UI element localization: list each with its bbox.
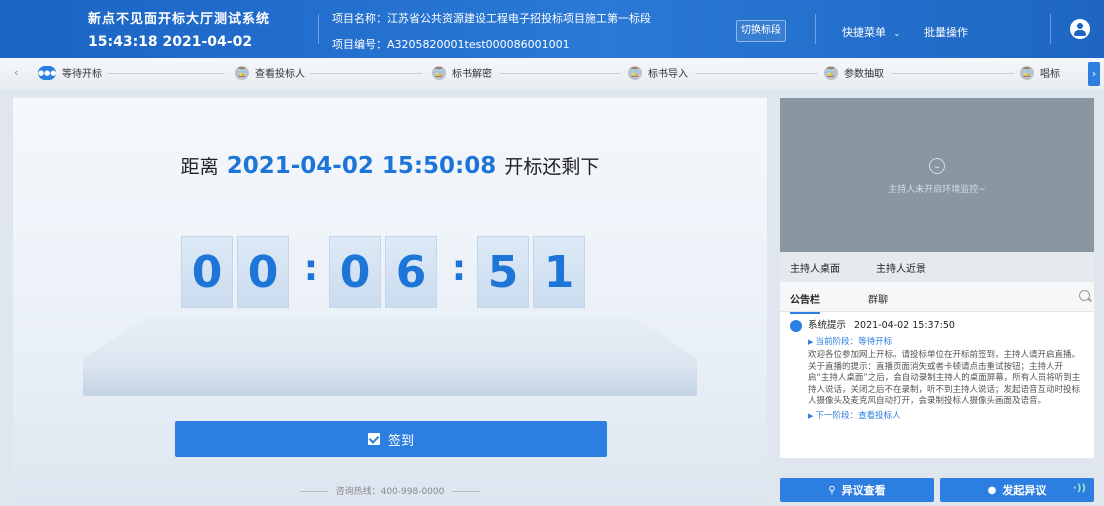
stage-label: 标书导入 — [648, 69, 688, 80]
header-divider — [318, 14, 319, 44]
tab-bulletin[interactable]: 公告栏 — [790, 291, 820, 314]
stage-label: 查看投标人 — [255, 69, 305, 80]
stage-connector — [108, 73, 224, 74]
stage-import[interactable]: ⌛ 标书导入 — [628, 65, 688, 80]
sign-in-button[interactable]: 签到 — [175, 421, 607, 457]
host-video-area: 主持人未开启环境监控~ — [780, 98, 1094, 252]
stage-progress-bar: ‹ ●●● 等待开标 ⌛ 查看投标人 ⌛ 标书解密 ⌛ 标书导入 ⌛ 参数抽取 … — [0, 58, 1104, 90]
stage-label: 参数抽取 — [844, 69, 884, 80]
system-title: 新点不见面开标大厅测试系统 — [88, 12, 271, 27]
stage-label: 等待开标 — [62, 69, 102, 80]
quick-menu-dropdown[interactable]: 快捷菜单 ⌄ — [842, 24, 900, 40]
stage-waiting-open[interactable]: ●●● 等待开标 — [38, 65, 102, 80]
sign-in-label: 签到 — [387, 433, 414, 449]
stage-label: 唱标 — [1040, 69, 1060, 80]
stage-decrypt[interactable]: ⌛ 标书解密 — [432, 65, 492, 80]
hourglass-icon: ⌛ — [628, 65, 642, 80]
chevron-left-icon[interactable]: ‹ — [14, 66, 18, 79]
clock: 15:43:18 2021-04-02 — [88, 34, 253, 50]
video-status-message: 主持人未开启环境监控~ — [888, 185, 986, 195]
stage-extract[interactable]: ⌛ 参数抽取 — [824, 65, 884, 80]
message-sender: 系统提示 — [808, 320, 847, 331]
hours-ones-digit: 0 — [237, 236, 289, 308]
notice-board: 公告栏 群聊 系统提示 2021-04-02 15:37:50 当前阶段：等待开… — [780, 282, 1094, 458]
raise-objection-label: 发起异议 — [1002, 484, 1047, 497]
checkbox-icon — [367, 433, 380, 445]
colon-separator: : — [451, 248, 467, 289]
raise-objection-button[interactable]: ● 发起异议 ·)) — [940, 478, 1094, 502]
stage-connector — [310, 73, 422, 74]
stage-view-bidders[interactable]: ⌛ 查看投标人 — [235, 65, 305, 80]
signal-icon: ·)) — [1073, 483, 1086, 494]
host-view-tabs: 主持人桌面 主持人近景 — [780, 252, 1094, 282]
view-objection-label: 异议查看 — [841, 484, 886, 497]
countdown-suffix: 开标还剩下 — [504, 156, 600, 178]
hourglass-icon: ⌛ — [432, 65, 446, 80]
chevron-down-icon: ⌄ — [893, 29, 901, 38]
objection-buttons: ⚲ 异议查看 ● 发起异议 ·)) — [780, 478, 1094, 502]
countdown-label: 距离 2021-04-02 15:50:08 开标还剩下 — [13, 152, 767, 179]
camera-off-icon — [929, 158, 945, 174]
active-stage-icon: ●●● — [38, 65, 56, 80]
view-objection-button[interactable]: ⚲ 异议查看 — [780, 478, 934, 502]
tab-host-closeup[interactable]: 主持人近景 — [876, 260, 926, 275]
header-divider — [815, 14, 816, 44]
countdown-target-time: 2021-04-02 15:50:08 — [226, 153, 497, 179]
tab-host-desktop[interactable]: 主持人桌面 — [790, 260, 840, 275]
hourglass-icon: ⌛ — [235, 65, 249, 80]
notice-tabs: 公告栏 群聊 — [780, 282, 1094, 314]
message-time: 2021-04-02 15:37:50 — [854, 320, 955, 331]
project-name: 项目名称：江苏省公共资源建设工程电子招投标项目施工第一标段 — [332, 12, 651, 25]
countdown-panel: 距离 2021-04-02 15:50:08 开标还剩下 0 0 : 0 6 :… — [13, 98, 767, 502]
hours-tens-digit: 0 — [181, 236, 233, 308]
hourglass-icon: ⌛ — [824, 65, 838, 80]
stage-pedestal-base — [83, 368, 697, 396]
top-header: 新点不见面开标大厅测试系统 15:43:18 2021-04-02 项目名称：江… — [0, 0, 1104, 58]
search-icon: ⚲ — [828, 484, 836, 496]
stage-connector — [892, 73, 1014, 74]
header-divider — [1050, 14, 1051, 44]
countdown-digits: 0 0 : 0 6 : 5 1 — [181, 236, 589, 308]
message-header: 系统提示 2021-04-02 15:37:50 — [790, 320, 1084, 332]
system-avatar-icon — [790, 320, 802, 332]
current-stage-text: 当前阶段：等待开标 — [808, 336, 1084, 348]
hourglass-icon: ⌛ — [1020, 65, 1034, 80]
hotline-text: 咨询热线：400-998-0000 — [335, 487, 445, 497]
stage-connector — [696, 73, 818, 74]
project-number: 项目编号：A3205820001test000086001001 — [332, 38, 570, 51]
quick-menu-label: 快捷菜单 — [842, 26, 886, 39]
countdown-prefix: 距离 — [180, 156, 219, 178]
notice-message: 系统提示 2021-04-02 15:37:50 当前阶段：等待开标 欢迎各位参… — [780, 312, 1094, 422]
stage-announce[interactable]: ⌛ 唱标 — [1020, 65, 1060, 80]
next-stage-link[interactable]: 下一阶段：查看投标人 — [808, 410, 1084, 422]
user-avatar-icon[interactable] — [1070, 19, 1090, 39]
seconds-tens-digit: 5 — [477, 236, 529, 308]
colon-separator: : — [303, 248, 319, 289]
stage-connector — [500, 73, 620, 74]
tab-group-chat[interactable]: 群聊 — [868, 291, 888, 306]
switch-section-button[interactable]: 切换标段 — [736, 20, 786, 42]
stage-label: 标书解密 — [452, 69, 492, 80]
search-icon[interactable] — [1079, 290, 1090, 301]
minutes-tens-digit: 0 — [329, 236, 381, 308]
seconds-ones-digit: 1 — [533, 236, 585, 308]
batch-operations-button[interactable]: 批量操作 — [924, 24, 968, 40]
hotline: 咨询热线：400-998-0000 — [13, 484, 767, 497]
chat-icon: ● — [987, 484, 997, 496]
message-content: 欢迎各位参加网上开标。请投标单位在开标前签到，主持人请开启直播。关于直播的提示：… — [808, 350, 1081, 406]
chevron-right-icon[interactable]: › — [1088, 62, 1100, 86]
minutes-ones-digit: 6 — [385, 236, 437, 308]
